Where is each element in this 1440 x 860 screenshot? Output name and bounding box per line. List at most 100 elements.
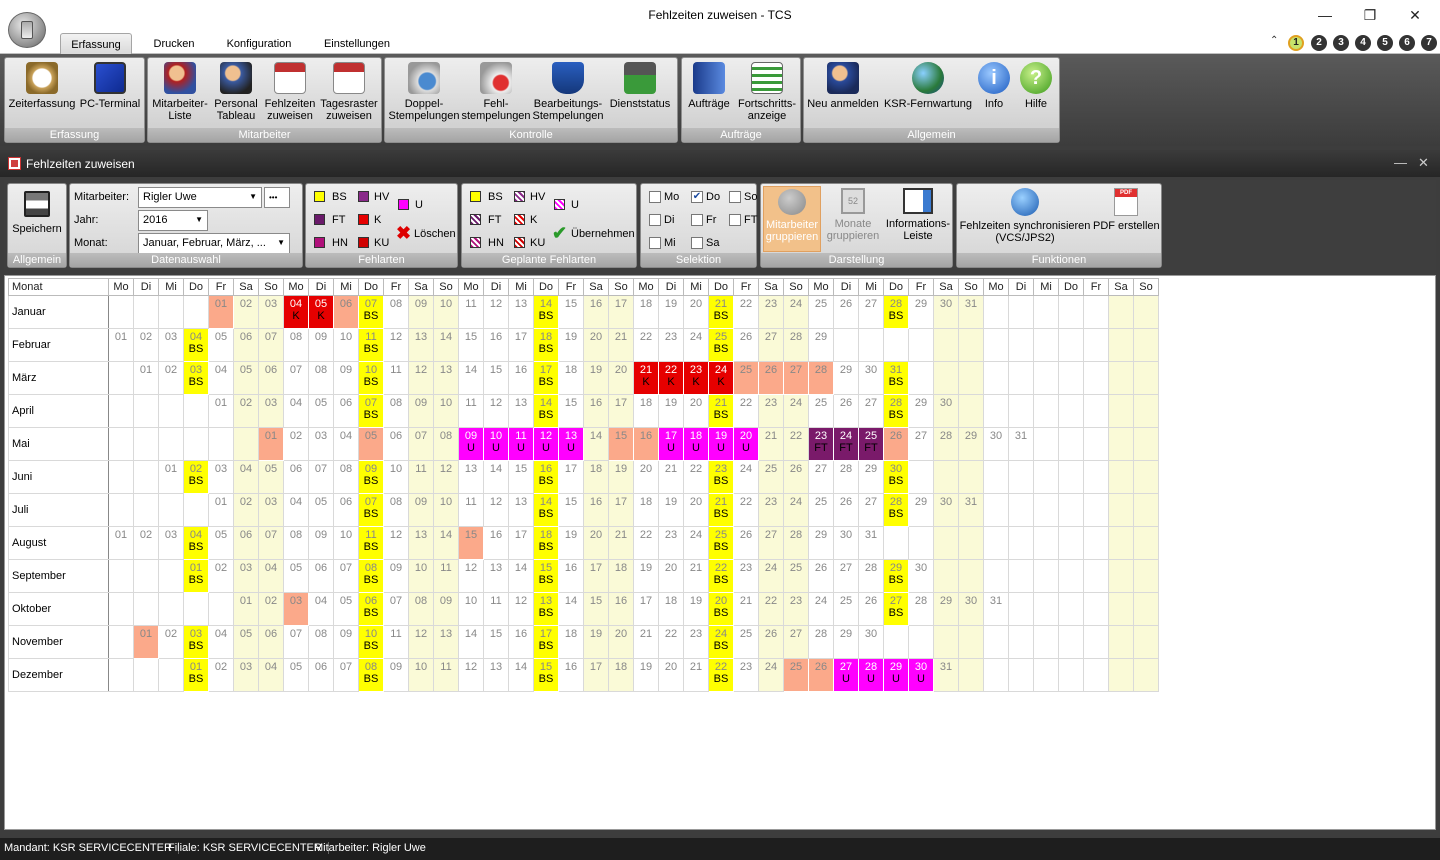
day-cell[interactable]: 23	[758, 295, 784, 329]
day-cell[interactable]: 15	[558, 394, 584, 428]
day-cell[interactable]: 25	[783, 559, 809, 593]
day-cell[interactable]: 28	[808, 625, 834, 659]
day-cell[interactable]	[1133, 460, 1159, 494]
day-cell[interactable]	[108, 493, 134, 527]
day-cell[interactable]: 25 FT	[858, 427, 884, 461]
day-cell[interactable]: 27 U	[833, 658, 859, 692]
day-cell[interactable]: 12	[383, 526, 409, 560]
day-cell[interactable]: 01	[208, 295, 234, 329]
day-cell[interactable]: 17	[608, 493, 634, 527]
day-cell[interactable]	[1108, 328, 1134, 362]
day-cell[interactable]: 26	[833, 295, 859, 329]
day-cell[interactable]: 21	[608, 328, 634, 362]
day-cell[interactable]	[158, 559, 184, 593]
day-cell[interactable]: 01 BS	[183, 559, 209, 593]
day-cell[interactable]: 15	[583, 592, 609, 626]
day-cell[interactable]	[1133, 658, 1159, 692]
day-cell[interactable]	[133, 493, 159, 527]
jahr-combo[interactable]: 2016 ▼	[138, 210, 208, 231]
day-cell[interactable]: 20	[683, 394, 709, 428]
day-cell[interactable]	[183, 592, 209, 626]
day-cell[interactable]: 08	[408, 592, 434, 626]
day-cell[interactable]: 22	[783, 427, 809, 461]
fehl-stempelungen-button[interactable]: Fehl- stempelungen	[461, 60, 531, 126]
day-cell[interactable]: 04	[233, 460, 259, 494]
personal-tableau-button[interactable]: Personal Tableau	[210, 60, 262, 126]
day-cell[interactable]	[233, 427, 259, 461]
day-cell[interactable]: 29	[933, 592, 959, 626]
day-cell[interactable]	[1033, 526, 1059, 560]
day-cell[interactable]: 24	[758, 658, 784, 692]
day-cell[interactable]: 15	[558, 295, 584, 329]
day-cell[interactable]: 10	[433, 493, 459, 527]
day-cell[interactable]: 18 BS	[533, 526, 559, 560]
day-cell[interactable]	[933, 328, 959, 362]
document-close-button[interactable]: ✕	[1418, 155, 1429, 171]
day-cell[interactable]	[158, 658, 184, 692]
day-cell[interactable]: 19	[633, 559, 659, 593]
day-cell[interactable]: 09	[408, 493, 434, 527]
day-cell[interactable]: 04	[208, 361, 234, 395]
day-cell[interactable]: 04	[333, 427, 359, 461]
day-cell[interactable]: 21 BS	[708, 394, 734, 428]
day-cell[interactable]: 09	[383, 658, 409, 692]
day-cell[interactable]: 26	[833, 493, 859, 527]
day-cell[interactable]	[133, 394, 159, 428]
day-cell[interactable]	[1058, 328, 1084, 362]
day-cell[interactable]: 23	[683, 625, 709, 659]
day-cell[interactable]: 15	[608, 427, 634, 461]
day-cell[interactable]: 16	[558, 559, 584, 593]
day-cell[interactable]	[983, 328, 1009, 362]
day-cell[interactable]	[183, 394, 209, 428]
day-cell[interactable]: 29	[958, 427, 984, 461]
day-cell[interactable]: 20	[658, 559, 684, 593]
day-cell[interactable]: 18 U	[683, 427, 709, 461]
day-cell[interactable]: 27	[808, 460, 834, 494]
day-cell[interactable]: 31 BS	[883, 361, 909, 395]
day-cell[interactable]: 14	[558, 592, 584, 626]
hilfe-button[interactable]: ? Hilfe	[1016, 60, 1056, 126]
day-cell[interactable]: 20 U	[733, 427, 759, 461]
day-cell[interactable]: 02	[233, 394, 259, 428]
day-cell[interactable]: 22	[758, 592, 784, 626]
day-cell[interactable]	[1008, 592, 1034, 626]
day-cell[interactable]: 12	[458, 658, 484, 692]
day-cell[interactable]: 14 BS	[533, 295, 559, 329]
day-cell[interactable]: 12	[508, 592, 534, 626]
day-cell[interactable]: 21	[733, 592, 759, 626]
day-cell[interactable]: 17	[583, 559, 609, 593]
day-cell[interactable]: 30	[858, 361, 884, 395]
day-cell[interactable]: 27	[758, 526, 784, 560]
day-cell[interactable]: 19	[683, 592, 709, 626]
day-cell[interactable]	[933, 559, 959, 593]
day-cell[interactable]: 09	[433, 592, 459, 626]
day-cell[interactable]: 18	[658, 592, 684, 626]
day-cell[interactable]: 07	[408, 427, 434, 461]
day-cell[interactable]: 30	[983, 427, 1009, 461]
day-cell[interactable]: 30	[958, 592, 984, 626]
day-cell[interactable]: 02	[283, 427, 309, 461]
day-cell[interactable]	[1058, 526, 1084, 560]
day-cell[interactable]: 08	[308, 361, 334, 395]
day-cell[interactable]: 20	[658, 658, 684, 692]
day-cell[interactable]: 19	[583, 361, 609, 395]
day-cell[interactable]	[1083, 427, 1109, 461]
day-cell[interactable]: 08	[308, 625, 334, 659]
day-cell[interactable]: 03	[258, 295, 284, 329]
day-cell[interactable]: 27	[858, 493, 884, 527]
day-cell[interactable]: 13 BS	[533, 592, 559, 626]
day-cell[interactable]: 23	[758, 394, 784, 428]
day-cell[interactable]	[208, 592, 234, 626]
app-menu-icon[interactable]	[8, 12, 46, 48]
day-cell[interactable]	[933, 361, 959, 395]
day-cell[interactable]: 28	[783, 328, 809, 362]
day-cell[interactable]: 27	[858, 295, 884, 329]
day-cell[interactable]	[908, 460, 934, 494]
day-cell[interactable]: 15 BS	[533, 658, 559, 692]
tagesraster-zuweisen-button[interactable]: Tagesraster zuweisen	[318, 60, 380, 126]
day-cell[interactable]	[133, 658, 159, 692]
day-cell[interactable]: 06	[283, 460, 309, 494]
collapse-ribbon-icon[interactable]: ⌃	[1270, 35, 1278, 46]
day-cell[interactable]	[1083, 361, 1109, 395]
day-cell[interactable]: 22 BS	[708, 559, 734, 593]
